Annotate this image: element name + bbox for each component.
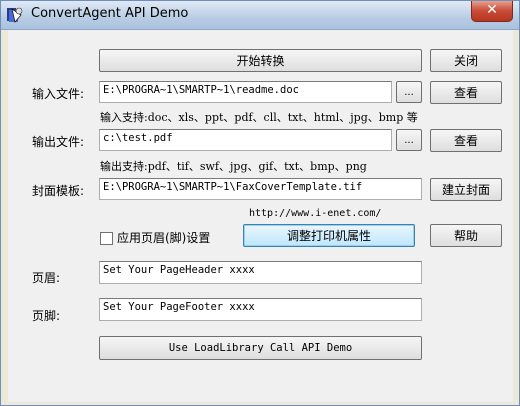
cover-template-field[interactable]: E:\PROGRA~1\SMARTP~1\FaxCoverTemplate.ti… — [99, 178, 422, 200]
header-field[interactable]: Set Your PageHeader xxxx — [99, 261, 422, 284]
footer-field[interactable]: Set Your PageFooter xxxx — [99, 298, 422, 321]
apply-header-checkbox[interactable] — [100, 232, 113, 245]
browse-output-button[interactable]: ... — [396, 129, 422, 151]
header-label: 页眉: — [32, 271, 61, 285]
close-button[interactable]: 关闭 — [430, 49, 502, 72]
close-icon: ✕ — [486, 2, 498, 18]
app-icon — [7, 7, 23, 23]
footer-label: 页脚: — [32, 309, 61, 323]
output-file-field[interactable]: c:\test.pdf — [99, 129, 392, 151]
input-file-field[interactable]: E:\PROGRA~1\SMARTP~1\readme.doc — [99, 81, 392, 103]
output-support-hint: 输出支持:pdf、tif、swf、jpg、gif、txt、bmp、png — [100, 160, 367, 173]
printer-properties-button[interactable]: 调整打印机属性 — [243, 224, 415, 247]
build-cover-button[interactable]: 建立封面 — [430, 178, 502, 201]
main-window: ConvertAgent API Demo ✕ 开始转换 关闭 输入文件: E:… — [0, 0, 520, 406]
client-area: 开始转换 关闭 输入文件: E:\PROGRA~1\SMARTP~1\readm… — [8, 30, 513, 402]
input-file-label: 输入文件: — [32, 87, 85, 101]
input-support-hint: 输入支持:doc、xls、ppt、pdf、cll、txt、html、jpg、bm… — [100, 111, 418, 124]
website-link[interactable]: http://www.i-enet.com/ — [249, 208, 381, 219]
window-title: ConvertAgent API Demo — [31, 6, 189, 21]
title-bar: ConvertAgent API Demo ✕ — [1, 1, 519, 30]
window-close-button[interactable]: ✕ — [471, 1, 513, 22]
cover-template-label: 封面模板: — [32, 184, 85, 198]
help-button[interactable]: 帮助 — [430, 224, 502, 247]
start-convert-button[interactable]: 开始转换 — [99, 49, 422, 72]
view-output-button[interactable]: 查看 — [430, 129, 502, 152]
loadlibrary-demo-button[interactable]: Use LoadLibrary Call API Demo — [99, 336, 422, 360]
apply-header-label: 应用页眉(脚)设置 — [117, 231, 211, 245]
view-input-button[interactable]: 查看 — [430, 81, 502, 104]
browse-input-button[interactable]: ... — [396, 81, 422, 103]
output-file-label: 输出文件: — [32, 135, 85, 149]
